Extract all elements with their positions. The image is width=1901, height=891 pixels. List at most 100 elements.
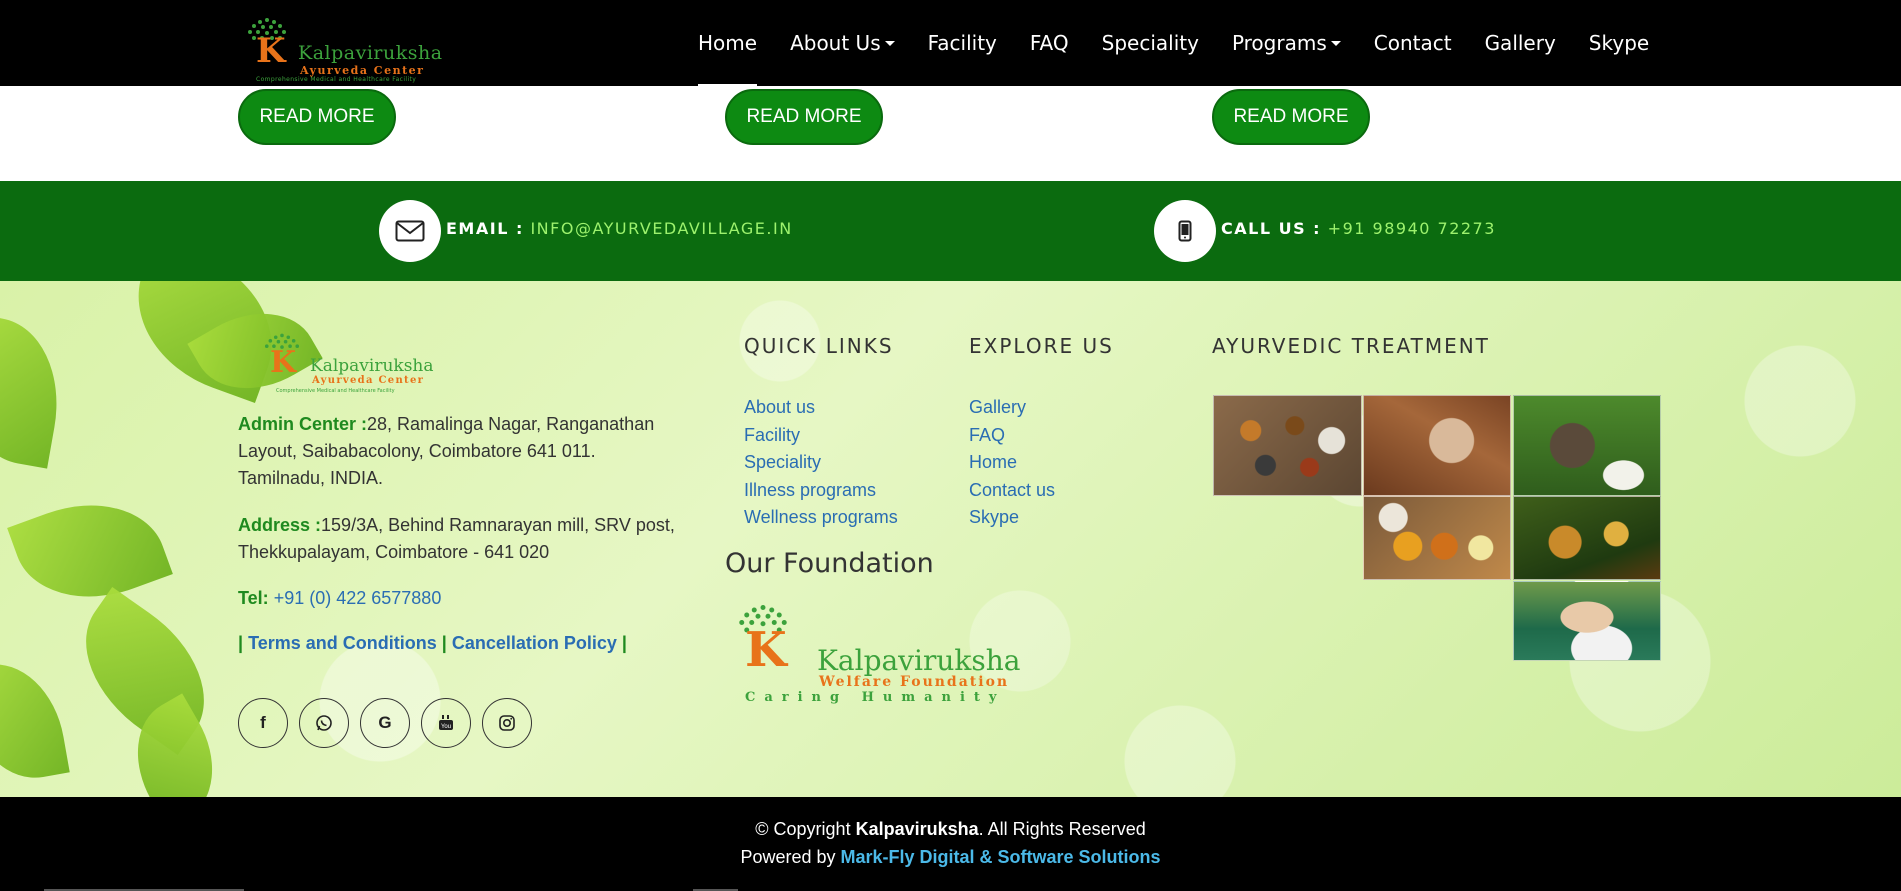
footer-logo[interactable]: K Kalpaviruksha Ayurveda Center Comprehe…	[256, 330, 486, 396]
quick-link-illness-programs[interactable]: Illness programs	[744, 477, 898, 505]
menu-speciality[interactable]: Speciality	[1102, 0, 1199, 86]
caret-down-icon	[1330, 40, 1341, 46]
read-more-button-3[interactable]: READ MORE	[1212, 89, 1370, 145]
call-value[interactable]: +91 98940 72273	[1328, 219, 1496, 238]
instagram-icon[interactable]	[482, 698, 532, 748]
treatment-image-spices[interactable]	[1213, 395, 1362, 496]
quick-links-list: About us Facility Speciality Illness pro…	[744, 394, 898, 532]
menu-skype-label: Skype	[1588, 31, 1650, 55]
ayurvedic-treatment-title: AYURVEDIC TREATMENT	[1212, 334, 1490, 358]
admin-center-label: Admin Center :	[238, 414, 368, 434]
telephone: Tel: +91 (0) 422 6577880	[238, 585, 678, 612]
leaf-decoration	[7, 480, 173, 622]
email-contact[interactable]: EMAIL : INFO@AYURVEDAVILLAGE.IN	[446, 219, 793, 238]
envelope-icon	[379, 200, 441, 262]
foundation-logo-name: Kalpaviruksha	[817, 644, 1021, 677]
cards-footer-row: READ MORE READ MORE READ MORE	[0, 86, 1901, 181]
email-label: EMAIL :	[446, 219, 524, 238]
main-menu: Home About Us Facility FAQ Speciality Pr…	[698, 0, 1682, 86]
policy-separator: |	[441, 633, 447, 653]
explore-link-gallery[interactable]: Gallery	[969, 394, 1055, 422]
menu-about-us[interactable]: About Us	[790, 0, 895, 86]
menu-gallery[interactable]: Gallery	[1485, 0, 1556, 86]
policy-separator: |	[238, 633, 244, 653]
admin-center-address: Admin Center :28, Ramalinga Nagar, Ranga…	[238, 411, 678, 492]
explore-us-title: EXPLORE US	[969, 334, 1114, 358]
copyright-brand: Kalpaviruksha	[855, 819, 979, 839]
contact-bar: EMAIL : INFO@AYURVEDAVILLAGE.IN CALL US …	[0, 181, 1901, 281]
explore-link-contact-us[interactable]: Contact us	[969, 477, 1055, 505]
logo-name: Kalpaviruksha	[298, 42, 443, 64]
leaf-decoration	[0, 313, 72, 469]
treatment-image-oils[interactable]	[1513, 496, 1661, 580]
explore-links-list: Gallery FAQ Home Contact us Skype	[969, 394, 1055, 532]
menu-contact-label: Contact	[1373, 31, 1452, 55]
quick-links-title: QUICK LINKS	[744, 334, 894, 358]
powered-by-line: Powered by Mark-Fly Digital & Software S…	[0, 847, 1901, 868]
tel-label: Tel:	[238, 588, 269, 608]
leaf-decoration	[0, 654, 70, 788]
call-label: CALL US :	[1221, 219, 1322, 238]
google-icon[interactable]: G	[360, 698, 410, 748]
mobile-phone-icon	[1154, 200, 1216, 262]
footer-logo-subtitle: Ayurveda Center	[312, 375, 425, 386]
address-label: Address :	[238, 515, 322, 535]
svg-text:You: You	[441, 724, 451, 730]
read-more-button-2[interactable]: READ MORE	[725, 89, 883, 145]
caret-down-icon	[884, 40, 895, 46]
copyright-bar: © Copyright Kalpaviruksha. All Rights Re…	[0, 797, 1901, 891]
youtube-icon[interactable]: You	[421, 698, 471, 748]
menu-contact[interactable]: Contact	[1374, 0, 1452, 86]
treatment-image-roots[interactable]	[1363, 395, 1511, 496]
policy-separator: |	[621, 633, 627, 653]
terms-link[interactable]: Terms and Conditions	[248, 633, 437, 653]
menu-home-label: Home	[698, 31, 758, 55]
explore-link-skype[interactable]: Skype	[969, 504, 1055, 532]
top-navigation-bar: K Kalpaviruksha Ayurveda Center Comprehe…	[0, 0, 1901, 86]
facebook-icon[interactable]: f	[238, 698, 288, 748]
powered-by-link[interactable]: Mark-Fly Digital & Software Solutions	[841, 847, 1161, 867]
call-contact[interactable]: CALL US : +91 98940 72273	[1221, 219, 1496, 238]
tel-link[interactable]: +91 (0) 422 6577880	[274, 588, 442, 608]
treatment-image-mortar[interactable]	[1513, 395, 1661, 496]
copyright-prefix: © Copyright	[755, 819, 856, 839]
logo-letter-k: K	[256, 31, 286, 71]
logo-letter-k: K	[745, 622, 787, 678]
quick-link-speciality[interactable]: Speciality	[744, 449, 898, 477]
quick-link-facility[interactable]: Facility	[744, 422, 898, 450]
social-links: f G You	[238, 698, 543, 748]
explore-link-home[interactable]: Home	[969, 449, 1055, 477]
menu-speciality-label: Speciality	[1101, 31, 1199, 55]
email-value[interactable]: INFO@AYURVEDAVILLAGE.IN	[530, 219, 792, 238]
address: Address :159/3A, Behind Ramnarayan mill,…	[238, 512, 678, 566]
foundation-logo-subtitle: Welfare Foundation	[819, 674, 1010, 690]
menu-facility-label: Facility	[927, 31, 997, 55]
menu-faq[interactable]: FAQ	[1030, 0, 1069, 86]
quick-link-about-us[interactable]: About us	[744, 394, 898, 422]
quick-link-wellness-programs[interactable]: Wellness programs	[744, 504, 898, 532]
copyright-line: © Copyright Kalpaviruksha. All Rights Re…	[0, 819, 1901, 840]
footer-logo-tagline: Comprehensive Medical and Healthcare Fac…	[276, 388, 395, 394]
policy-links: | Terms and Conditions | Cancellation Po…	[238, 633, 627, 654]
powered-by-prefix: Powered by	[740, 847, 841, 867]
whatsapp-icon[interactable]	[299, 698, 349, 748]
footer-logo-name: Kalpaviruksha	[310, 356, 434, 376]
site-logo[interactable]: K Kalpaviruksha Ayurveda Center Comprehe…	[238, 14, 460, 83]
menu-programs[interactable]: Programs	[1232, 0, 1341, 86]
foundation-logo[interactable]: K Kalpaviruksha Welfare Foundation Carin…	[725, 600, 1087, 705]
copyright-suffix: . All Rights Reserved	[978, 819, 1146, 839]
menu-programs-label: Programs	[1231, 31, 1327, 55]
logo-tagline: Comprehensive Medical and Healthcare Fac…	[256, 76, 417, 83]
menu-about-us-label: About Us	[790, 31, 881, 55]
menu-gallery-label: Gallery	[1484, 31, 1556, 55]
cancellation-link[interactable]: Cancellation Policy	[452, 633, 617, 653]
menu-facility[interactable]: Facility	[928, 0, 997, 86]
treatment-image-massage[interactable]	[1513, 581, 1661, 661]
foundation-title: Our Foundation	[725, 548, 934, 579]
read-more-button-1[interactable]: READ MORE	[238, 89, 396, 145]
menu-skype[interactable]: Skype	[1589, 0, 1649, 86]
treatment-image-powders[interactable]	[1363, 496, 1511, 580]
menu-home[interactable]: Home	[698, 0, 758, 86]
explore-link-faq[interactable]: FAQ	[969, 422, 1055, 450]
foundation-logo-tagline: Caring Humanity	[745, 690, 1006, 705]
